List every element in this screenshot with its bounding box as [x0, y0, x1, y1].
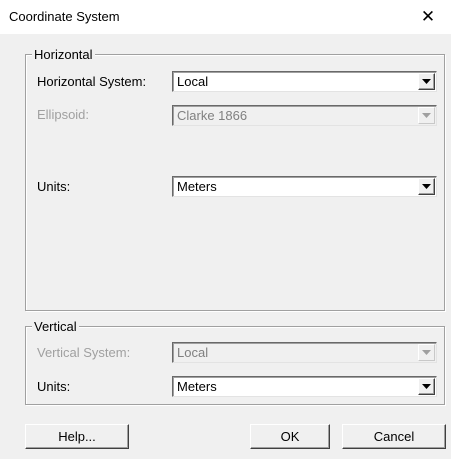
- title-bar: Coordinate System ✕: [0, 0, 451, 34]
- dialog-body: Horizontal Horizontal System: Local Elli…: [0, 34, 451, 459]
- vertical-units-value: Meters: [177, 379, 217, 394]
- horizontal-system-value: Local: [177, 74, 209, 89]
- cancel-button[interactable]: Cancel: [342, 424, 446, 449]
- horizontal-units-dropdown[interactable]: Meters: [172, 176, 437, 197]
- horizontal-system-label: Horizontal System:: [37, 74, 147, 89]
- chevron-down-icon: [418, 344, 435, 361]
- vertical-group-legend: Vertical: [32, 319, 79, 334]
- ok-button[interactable]: OK: [250, 424, 330, 449]
- vertical-units-label: Units:: [37, 379, 71, 394]
- chevron-down-icon[interactable]: [418, 178, 435, 195]
- horizontal-system-dropdown[interactable]: Local: [172, 71, 437, 92]
- close-icon[interactable]: ✕: [405, 0, 451, 34]
- horizontal-group-legend: Horizontal: [32, 47, 95, 62]
- window-title: Coordinate System: [9, 9, 120, 24]
- ellipsoid-value: Clarke 1866: [177, 108, 248, 123]
- vertical-system-dropdown: Local: [172, 342, 437, 363]
- chevron-down-icon: [418, 107, 435, 124]
- horizontal-units-label: Units:: [37, 179, 71, 194]
- chevron-down-icon[interactable]: [418, 73, 435, 90]
- ellipsoid-dropdown: Clarke 1866: [172, 105, 437, 126]
- vertical-system-value: Local: [177, 345, 209, 360]
- chevron-down-icon[interactable]: [418, 378, 435, 395]
- help-button[interactable]: Help...: [25, 424, 129, 449]
- vertical-units-dropdown[interactable]: Meters: [172, 376, 437, 397]
- horizontal-units-value: Meters: [177, 179, 217, 194]
- vertical-system-label: Vertical System:: [37, 345, 131, 360]
- ellipsoid-label: Ellipsoid:: [37, 107, 90, 122]
